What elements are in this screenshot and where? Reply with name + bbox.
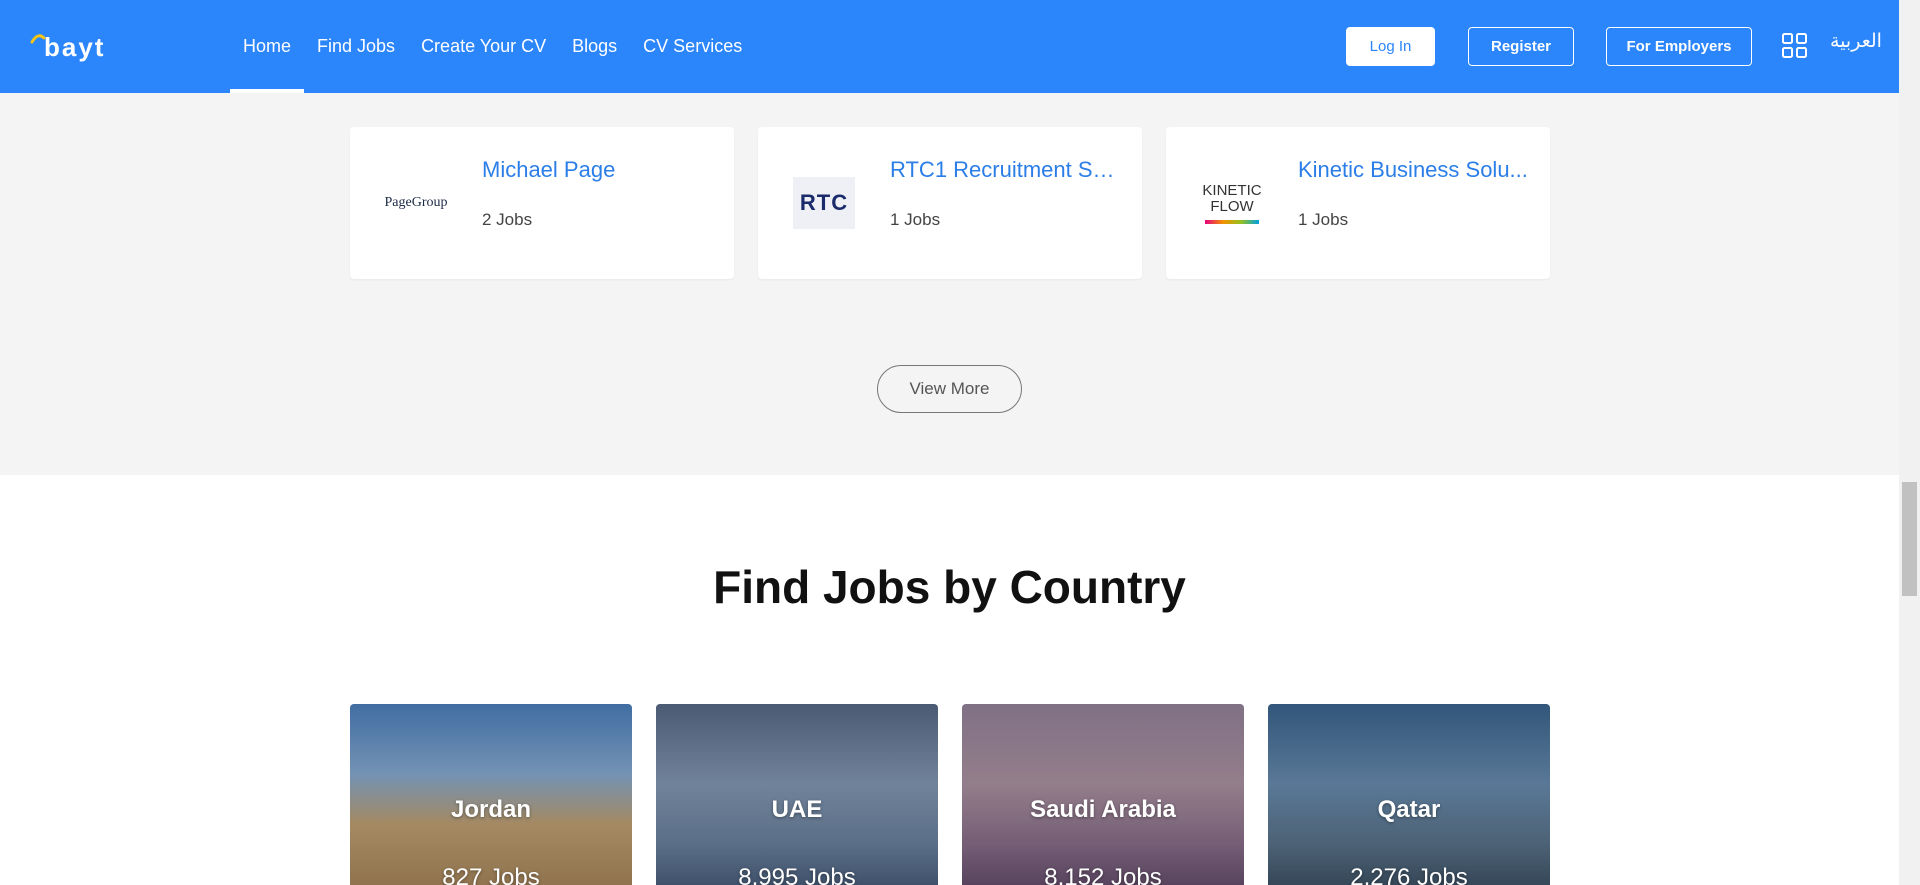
country-job-count: 2,276 Jobs xyxy=(1350,864,1468,885)
country-job-count: 827 Jobs xyxy=(442,864,540,885)
country-name: Jordan xyxy=(450,796,531,823)
nav-blogs[interactable]: Blogs xyxy=(559,0,630,93)
register-button[interactable]: Register xyxy=(1468,27,1574,66)
country-job-count: 8,995 Jobs xyxy=(738,864,856,885)
company-job-count: 2 Jobs xyxy=(482,210,533,229)
for-employers-button[interactable]: For Employers xyxy=(1606,27,1752,66)
company-card[interactable]: RTC RTC1 Recruitment Se... 1 Jobs xyxy=(758,127,1142,279)
login-button[interactable]: Log In xyxy=(1346,27,1435,66)
company-logo: KINETIC FLOW xyxy=(1192,163,1272,243)
company-name[interactable]: Kinetic Business Solu... xyxy=(1298,157,1530,183)
company-card[interactable]: PageGroup Michael Page 2 Jobs xyxy=(350,127,734,279)
country-card-saudi-arabia[interactable]: Saudi Arabia 8,152 Jobs xyxy=(962,704,1244,885)
logo-text: bayt xyxy=(44,32,105,62)
nav-home[interactable]: Home xyxy=(230,0,305,93)
scrollbar-track[interactable] xyxy=(1899,0,1920,885)
kinetic-logo: KINETIC FLOW xyxy=(1202,181,1262,215)
nav-cv-services[interactable]: CV Services xyxy=(630,0,755,93)
section-title: Find Jobs by Country xyxy=(713,561,1186,613)
company-logo: RTC xyxy=(784,163,864,243)
company-name[interactable]: Michael Page xyxy=(482,157,714,183)
bayt-logo[interactable]: bayt xyxy=(30,30,142,64)
view-more-button[interactable]: View More xyxy=(877,365,1022,413)
company-name[interactable]: RTC1 Recruitment Se... xyxy=(890,157,1122,183)
country-name: Qatar xyxy=(1377,796,1441,823)
country-card-jordan[interactable]: Jordan 827 Jobs xyxy=(350,704,632,885)
pagegroup-logo: PageGroup xyxy=(384,195,448,210)
main-nav: Home Find Jobs Create Your CV Blogs CV S… xyxy=(230,0,755,93)
country-card-qatar[interactable]: Qatar 2,276 Jobs xyxy=(1268,704,1550,885)
country-name: UAE xyxy=(771,796,823,823)
company-card[interactable]: KINETIC FLOW Kinetic Business Solu... 1 … xyxy=(1166,127,1550,279)
scrollbar-thumb[interactable] xyxy=(1902,482,1917,596)
nav-find-jobs[interactable]: Find Jobs xyxy=(304,0,408,93)
site-header: bayt Home Find Jobs Create Your CV Blogs… xyxy=(0,0,1899,93)
language-switch[interactable]: العربية xyxy=(1830,30,1882,52)
top-companies-section: PageGroup Michael Page 2 Jobs RTC RTC1 R… xyxy=(0,93,1899,475)
nav-create-cv[interactable]: Create Your CV xyxy=(408,0,559,93)
company-job-count: 1 Jobs xyxy=(890,210,941,229)
grid-icon[interactable] xyxy=(1782,33,1807,58)
rtc-logo: RTC xyxy=(799,190,849,215)
country-name: Saudi Arabia xyxy=(1030,796,1176,823)
country-job-count: 8,152 Jobs xyxy=(1044,864,1162,885)
company-job-count: 1 Jobs xyxy=(1298,210,1349,229)
company-logo: PageGroup xyxy=(376,163,456,243)
country-card-uae[interactable]: UAE 8,995 Jobs xyxy=(656,704,938,885)
